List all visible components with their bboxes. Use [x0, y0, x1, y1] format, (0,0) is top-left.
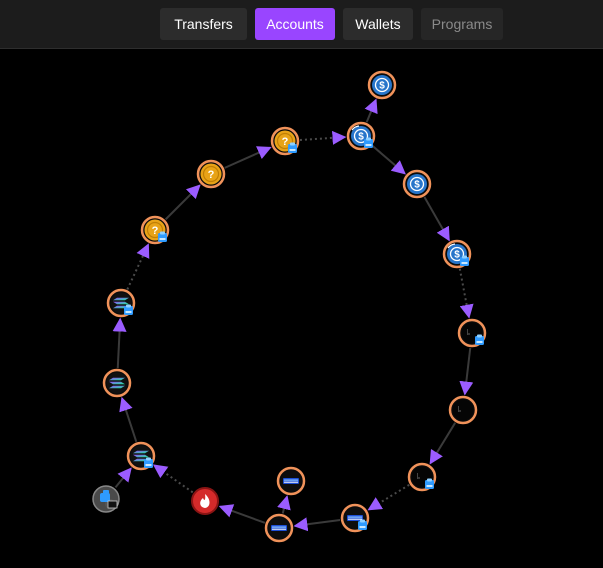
- edge-usdc-swap-1-to-usdc-top: [364, 98, 378, 123]
- dark-token-icon: [452, 399, 474, 421]
- node-sol-3[interactable]: [106, 288, 136, 318]
- edges-layer: [112, 98, 474, 532]
- edge-unknown-3-to-usdc-swap-1: [299, 130, 347, 145]
- node-unknown-3[interactable]: ?: [270, 126, 300, 156]
- node-dark-token-2[interactable]: [448, 395, 478, 425]
- tab-programs: Programs: [421, 8, 503, 40]
- edge-wallet-to-sol-1: [114, 467, 132, 488]
- edge-tnsr-2-to-burn: [218, 504, 266, 524]
- wallet-badge-icon: [460, 255, 469, 266]
- edge-burn-to-sol-1: [152, 464, 194, 494]
- tab-transfers[interactable]: Transfers: [160, 8, 247, 40]
- usdc-icon: $: [372, 75, 392, 95]
- account-flow-graph: $ $ $ $???: [92, 70, 487, 543]
- tnsr-icon: [280, 470, 302, 492]
- edge-sol-2-to-sol-3: [112, 317, 127, 369]
- edge-usdc-2-to-usdc-swap-2: [423, 196, 450, 242]
- node-usdc-top[interactable]: $: [367, 70, 397, 100]
- nodes-layer: $ $ $ $???: [92, 70, 487, 543]
- node-sol-2[interactable]: [102, 368, 132, 398]
- edge-usdc-swap-1-to-usdc-2: [371, 145, 406, 175]
- wallet-badge-icon: [288, 142, 297, 153]
- tab-wallets[interactable]: Wallets: [343, 8, 413, 40]
- node-unknown-1[interactable]: ?: [140, 215, 170, 245]
- node-usdc-swap-2[interactable]: $: [442, 239, 472, 269]
- node-wallet[interactable]: [92, 485, 120, 513]
- edge-dark-token-2-to-dark-token-3: [429, 422, 457, 465]
- unknown-token-icon: ?: [200, 163, 222, 185]
- svg-text:?: ?: [282, 136, 289, 148]
- solana-icon: [106, 372, 128, 394]
- edge-tnsr-1-to-tnsr-2: [293, 517, 341, 532]
- node-sol-1[interactable]: [126, 441, 156, 471]
- tab-accounts[interactable]: Accounts: [255, 8, 335, 40]
- svg-text:$: $: [379, 81, 385, 92]
- edge-sol-3-to-unknown-1: [126, 243, 150, 290]
- wallet-badge-icon: [425, 478, 434, 489]
- edge-dark-token-3-to-tnsr-1: [367, 483, 410, 511]
- wallet-badge-icon: [358, 519, 367, 530]
- edge-unknown-2-to-unknown-3: [224, 146, 272, 169]
- edge-unknown-1-to-unknown-2: [164, 184, 201, 221]
- wallet-badge-icon: [475, 334, 484, 345]
- svg-text:?: ?: [208, 169, 215, 181]
- usdc-icon: $: [407, 174, 427, 194]
- node-usdc-swap-1[interactable]: $: [346, 121, 376, 151]
- wallet-badge-icon: [124, 304, 133, 315]
- node-dark-token-3[interactable]: [407, 462, 437, 492]
- node-dark-token-1[interactable]: [457, 318, 487, 348]
- svg-text:$: $: [358, 132, 364, 143]
- edge-sol-1-to-sol-2: [119, 396, 138, 443]
- svg-text:$: $: [414, 180, 420, 191]
- edge-tnsr-2-to-tnsr-3: [277, 495, 291, 514]
- edge-dark-token-1-to-dark-token-2: [459, 347, 474, 396]
- edge-usdc-swap-2-to-dark-token-1: [458, 268, 474, 319]
- top-toolbar: Transfers Accounts Wallets Programs: [0, 0, 603, 49]
- svg-text:$: $: [454, 250, 460, 261]
- view-tabs: Transfers Accounts Wallets Programs: [160, 8, 503, 40]
- node-usdc-2[interactable]: $: [402, 169, 432, 199]
- node-burn[interactable]: [191, 487, 219, 515]
- node-tnsr-2[interactable]: [264, 513, 294, 543]
- node-tnsr-1[interactable]: [340, 503, 370, 533]
- wallet-badge-icon: [144, 457, 153, 468]
- wallet-badge-icon: [158, 231, 167, 242]
- tnsr-icon: [268, 517, 290, 539]
- node-tnsr-3[interactable]: [276, 466, 306, 496]
- node-unknown-2[interactable]: ?: [196, 159, 226, 189]
- wallet-badge-icon: [364, 137, 373, 148]
- svg-text:?: ?: [152, 225, 159, 237]
